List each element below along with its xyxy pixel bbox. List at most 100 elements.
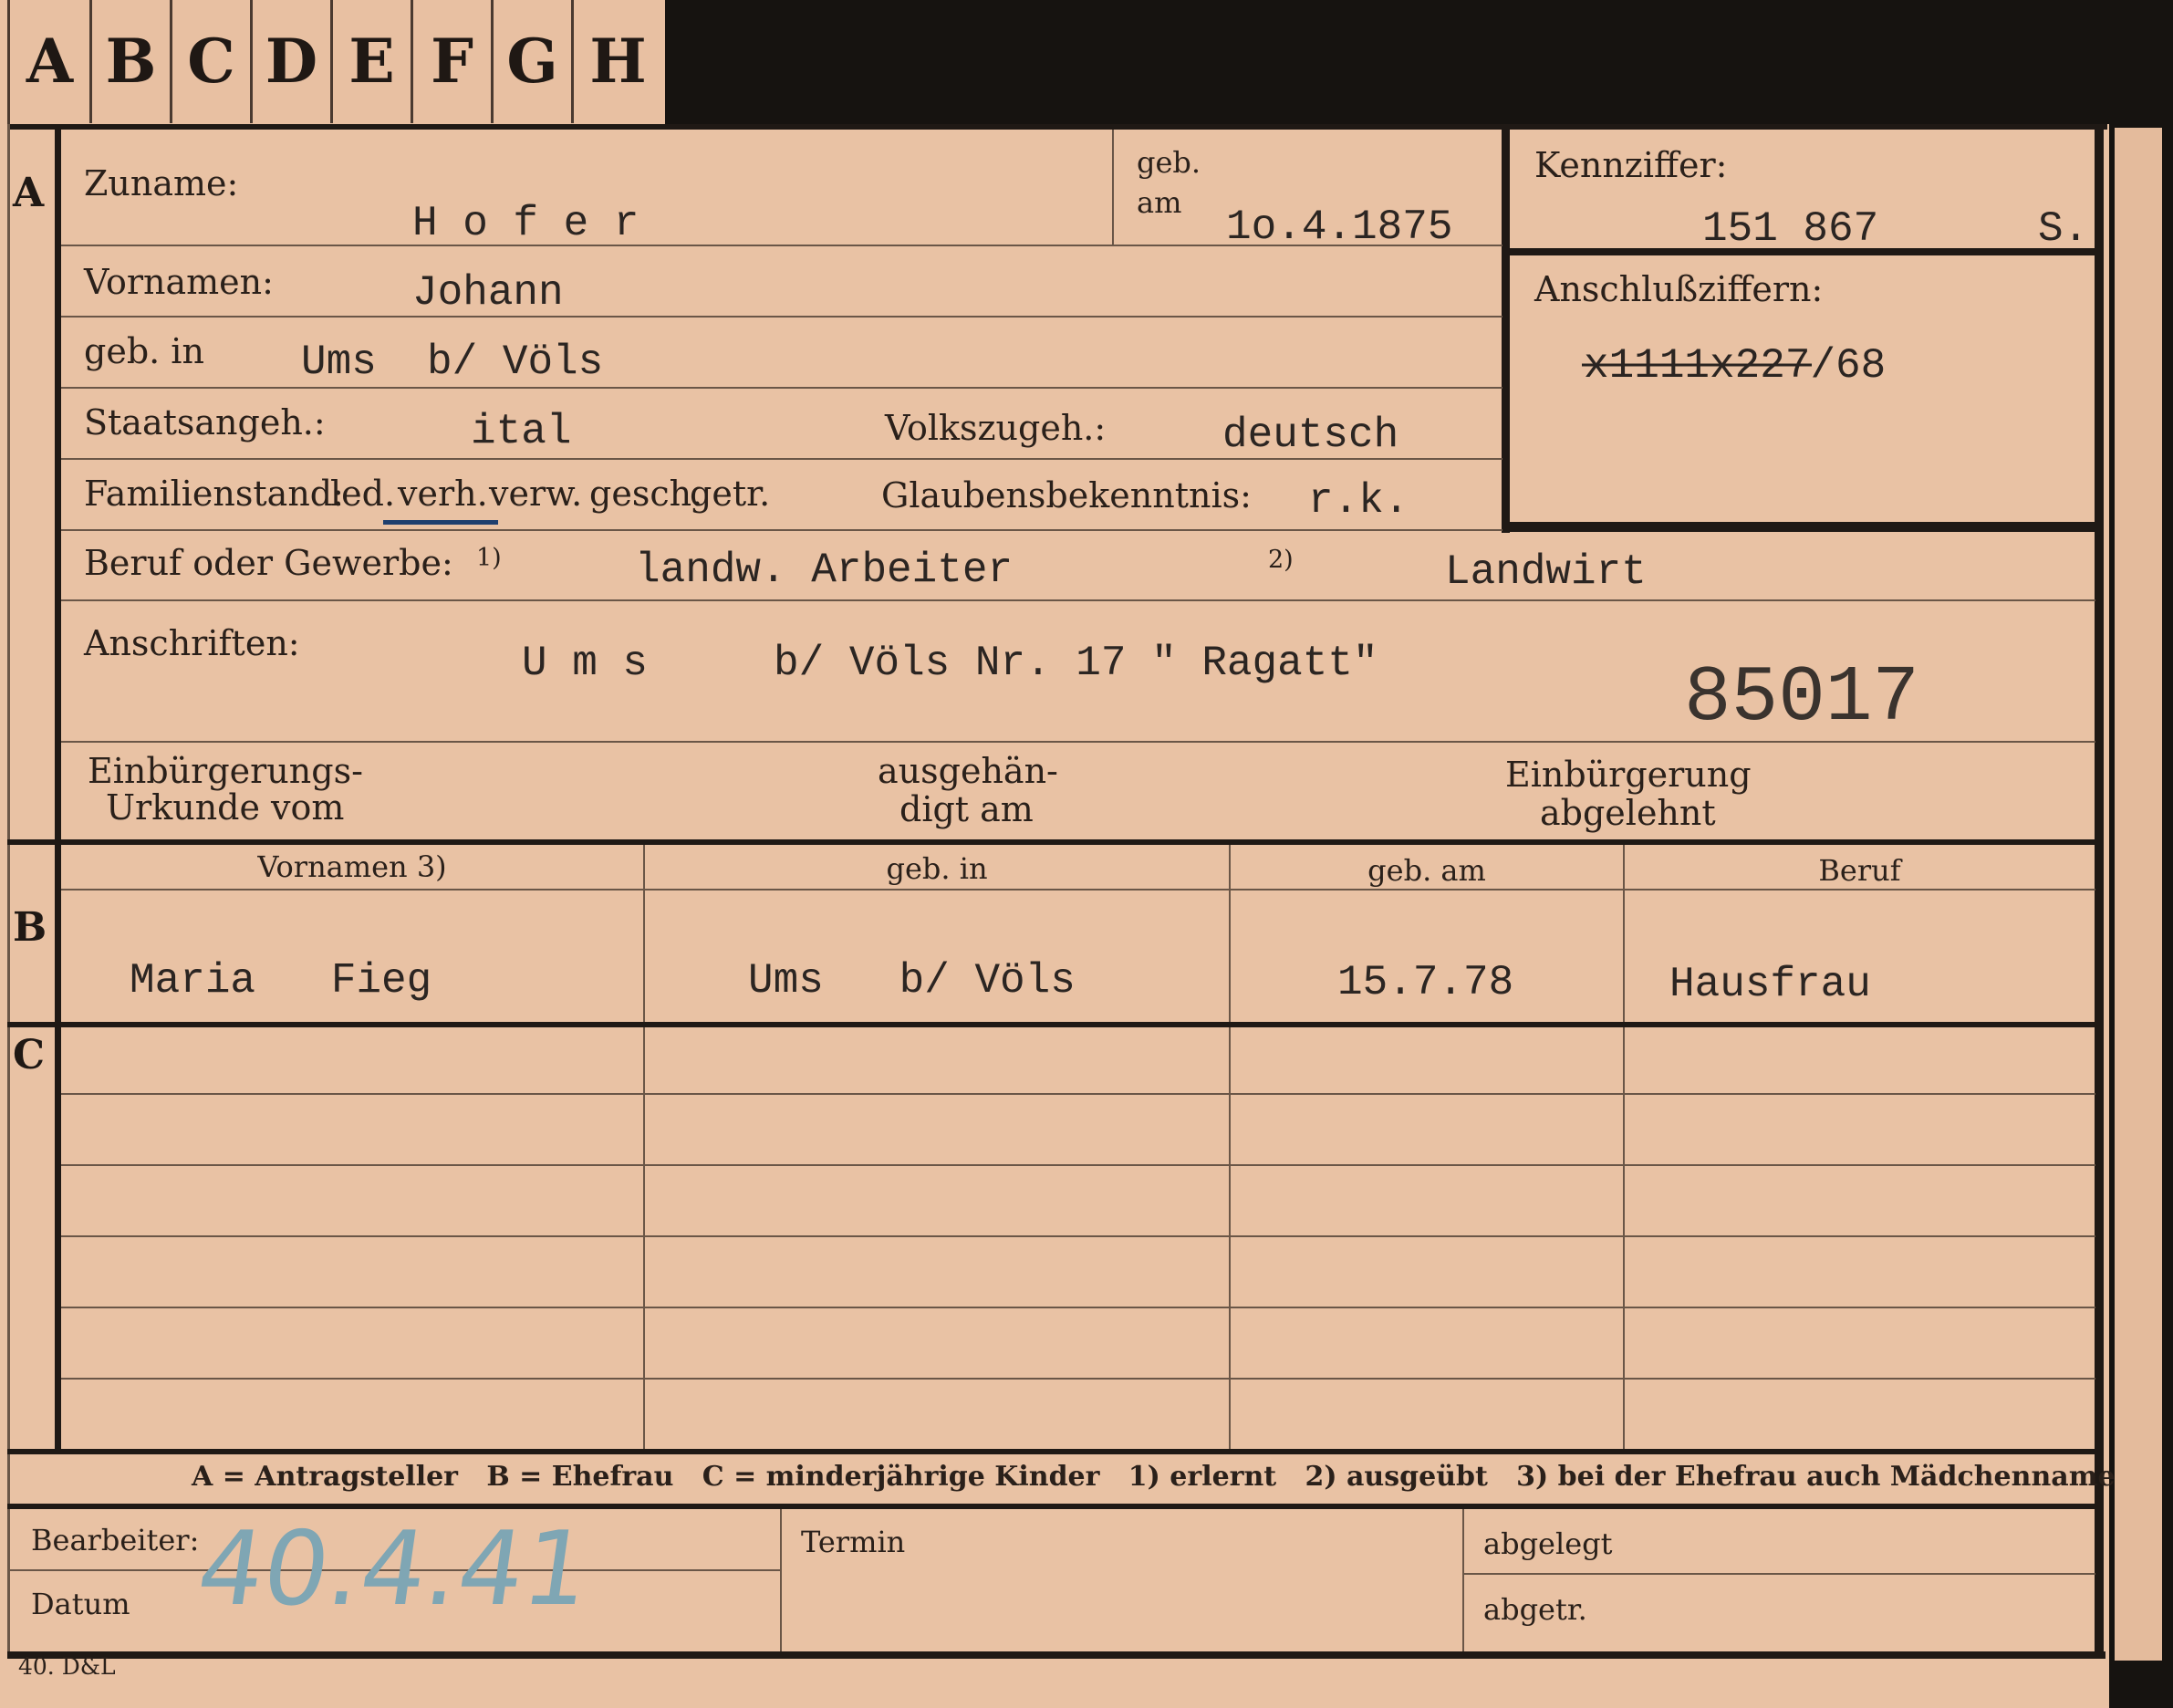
frame-left-column-border: [55, 124, 61, 1452]
date-label: Datum: [31, 1587, 130, 1621]
citizenship-value: ital: [471, 408, 572, 455]
first-names-label: Vornamen:: [84, 262, 274, 302]
ethnicity-label: Volkszugeh.:: [885, 408, 1107, 448]
stamp-number: 85017: [1684, 653, 1920, 743]
family-status-option-verh: verh.: [398, 474, 488, 514]
strike-through-mark: [1582, 363, 1812, 367]
rule-section-b-top: [7, 839, 2096, 845]
frame-left: [7, 124, 10, 1657]
kennziffer-box-left: [1502, 130, 1510, 533]
table-header-birthdate: geb. am: [1367, 853, 1486, 888]
spouse-birthplace: Ums b/ Völs: [748, 957, 1076, 1005]
tab-f[interactable]: F: [413, 0, 494, 123]
print-code: 40. D&L: [18, 1653, 116, 1680]
legend-text: A = Antragsteller B = Ehefrau C = minder…: [192, 1461, 2116, 1493]
born-label-am: am: [1137, 185, 1182, 220]
children-row-rule-2: [61, 1164, 2095, 1166]
frame-bottom: [7, 1651, 2105, 1659]
address-label: Anschriften:: [84, 623, 300, 663]
spouse-birthdate: 15.7.78: [1337, 959, 1514, 1006]
section-c-letter: C: [13, 1032, 46, 1078]
religion-label: Glaubensbekenntnis:: [881, 475, 1252, 516]
table-header-rule: [61, 889, 2095, 890]
naturalization-label-1: Einbürgerungs-: [88, 751, 363, 791]
tab-d[interactable]: D: [253, 0, 333, 123]
date-stamp-value: 40.4.41: [190, 1510, 598, 1629]
tab-e[interactable]: E: [333, 0, 413, 123]
rule-row-2: [61, 316, 1502, 318]
children-row-rule-3: [61, 1235, 2095, 1237]
kennziffer-label: Kennziffer:: [1534, 145, 1728, 185]
birthplace-value: Ums b/ Völs: [301, 338, 604, 386]
section-a-letter: A: [13, 170, 45, 216]
birthplace-label: geb. in: [84, 331, 204, 371]
dispatched-label: abgetr.: [1483, 1592, 1587, 1627]
rule-section-c-top: [7, 1022, 2096, 1027]
tab-g[interactable]: G: [494, 0, 574, 123]
tab-b[interactable]: B: [92, 0, 172, 123]
rule-row-5: [61, 529, 1502, 531]
family-status-label: Familienstand:: [84, 474, 344, 514]
footer-right-rule: [1464, 1573, 2095, 1575]
refused-label-2: abgelehnt: [1540, 793, 1716, 833]
footer-divider-2: [1462, 1509, 1464, 1655]
footer-divider-1: [780, 1509, 782, 1655]
rule-footer-top: [7, 1504, 2096, 1509]
register-tab-strip: A B C D E F G H: [7, 0, 665, 130]
table-header-first-names: Vornamen 3): [257, 849, 447, 884]
rule-row-3: [61, 387, 1502, 389]
registration-card: A B C D E F G H A B C Zuname: H o f e r …: [0, 0, 2173, 1708]
family-status-option-verw: verw.: [489, 474, 583, 514]
issued-label-1: ausgehän-: [878, 751, 1058, 791]
surname-label: Zuname:: [84, 163, 239, 203]
children-row-rule-4: [61, 1307, 2095, 1308]
profession-learned-value: landw. Arbeiter: [635, 547, 1014, 594]
refused-label-1: Einbürgerung: [1505, 755, 1752, 795]
tab-c[interactable]: C: [172, 0, 253, 123]
surname-value: H o f e r: [412, 200, 639, 247]
clerk-label: Bearbeiter:: [31, 1523, 200, 1557]
citizenship-label: Staatsangeh.:: [84, 402, 326, 443]
family-status-option-gesch: gesch.: [589, 474, 703, 514]
profession-marker-1: 1): [476, 544, 502, 572]
profession-marker-2: 2): [1268, 546, 1294, 574]
ethnicity-value: deutsch: [1222, 411, 1399, 459]
family-status-option-getr: getr.: [690, 474, 771, 514]
issued-label-2: digt am: [899, 789, 1034, 829]
rule-birthdate-separator: [1112, 130, 1114, 245]
deadline-label: Termin: [801, 1525, 906, 1559]
rule-row-6: [61, 599, 2095, 601]
table-header-birthplace: geb. in: [886, 851, 988, 886]
kennziffer-suffix: S.: [2038, 205, 2089, 253]
table-col-divider-3: [1623, 845, 1625, 1449]
children-row-rule-5: [61, 1378, 2095, 1380]
rule-table-bottom: [7, 1449, 2096, 1454]
card-edge-right: [2115, 128, 2162, 1661]
children-row-rule-1: [61, 1093, 2095, 1095]
section-b-letter: B: [13, 904, 47, 951]
backdrop-top: [663, 0, 2173, 124]
spouse-profession: Hausfrau: [1669, 961, 1871, 1008]
filed-label: abgelegt: [1483, 1526, 1613, 1561]
table-col-divider-2: [1229, 845, 1231, 1449]
born-date-value: 1o.4.1875: [1226, 203, 1453, 251]
family-status-selected-underline: [383, 520, 498, 525]
profession-label: Beruf oder Gewerbe:: [84, 543, 453, 583]
frame-top: [7, 124, 2107, 130]
anschluss-label: Anschlußziffern:: [1534, 269, 1824, 309]
address-value: U m s b/ Völs Nr. 17 " Ragatt": [522, 640, 1378, 687]
religion-value: r.k.: [1308, 477, 1409, 525]
table-header-profession: Beruf: [1818, 853, 1901, 888]
spouse-first-names: Maria Fieg: [130, 957, 432, 1005]
born-label-geb: geb.: [1137, 145, 1201, 180]
profession-practiced-value: Landwirt: [1445, 548, 1647, 596]
table-col-divider-1: [643, 845, 645, 1449]
tab-a[interactable]: A: [10, 0, 92, 123]
naturalization-label-2: Urkunde vom: [106, 787, 345, 828]
family-status-option-led: led.: [330, 474, 396, 514]
tab-h[interactable]: H: [574, 0, 662, 123]
kennziffer-value: 151 867: [1702, 205, 1879, 253]
kennziffer-box-bottom: [1510, 522, 2095, 532]
first-names-value: Johann: [412, 269, 564, 317]
frame-right: [2095, 124, 2104, 1657]
